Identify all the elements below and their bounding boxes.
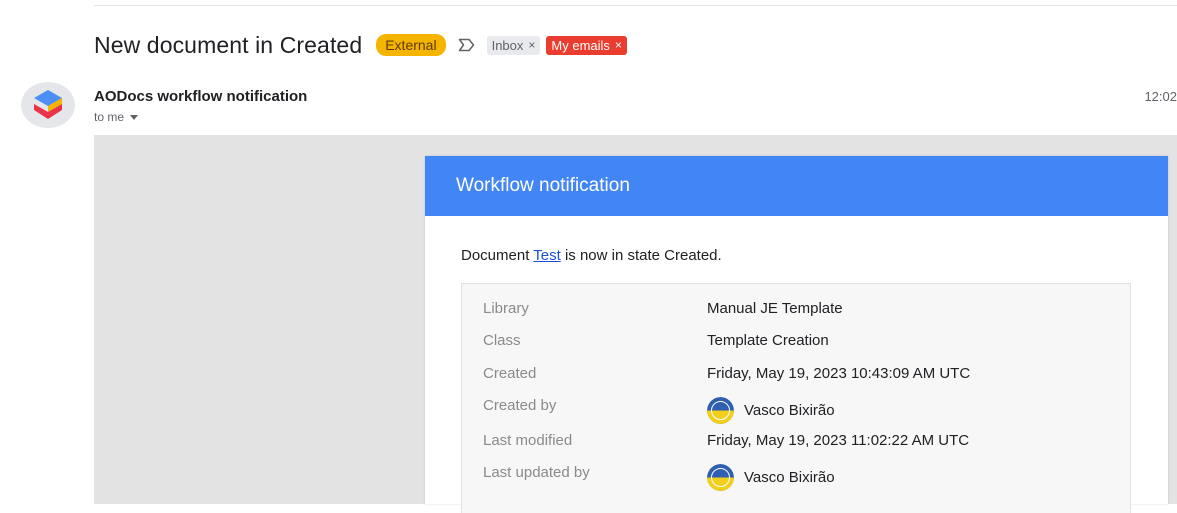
detail-row-last-modified: Last modified Friday, May 19, 2023 11:02… xyxy=(462,432,1130,456)
detail-value: Vasco Bixirão xyxy=(707,464,835,491)
user-name[interactable]: Vasco Bixirão xyxy=(744,402,835,419)
detail-row-last-updated-by: Last updated by Vasco Bixirão xyxy=(462,464,1130,491)
user-avatar xyxy=(707,397,734,424)
detail-label: Last modified xyxy=(483,432,573,449)
remove-label-inbox-button[interactable]: × xyxy=(528,38,535,53)
aodocs-logo-icon xyxy=(34,90,62,119)
detail-label: Created xyxy=(483,365,537,382)
detail-label: Last updated by xyxy=(483,464,590,481)
intro-prefix: Document xyxy=(461,247,534,264)
important-arrow-icon[interactable] xyxy=(458,38,475,52)
subject-row: New document in Created External Inbox ×… xyxy=(94,28,627,62)
detail-label: Library xyxy=(483,300,529,317)
detail-row-class: Class Template Creation xyxy=(462,332,1130,356)
remove-label-my-emails-button[interactable]: × xyxy=(615,38,622,53)
sender-avatar[interactable] xyxy=(21,82,75,128)
top-divider xyxy=(94,5,1177,6)
recipient-details[interactable]: to me xyxy=(94,110,139,124)
detail-row-created-by: Created by Vasco Bixirão xyxy=(462,397,1130,424)
label-chip-my-emails[interactable]: My emails × xyxy=(546,35,627,55)
caret-down-icon[interactable] xyxy=(130,114,139,120)
detail-value: Manual JE Template xyxy=(707,300,843,317)
label-chip-text: My emails xyxy=(551,37,610,53)
user-name[interactable]: Vasco Bixirão xyxy=(744,469,835,486)
recipient-label: to me xyxy=(94,110,125,124)
detail-value: Friday, May 19, 2023 11:02:22 AM UTC xyxy=(707,432,970,449)
user-avatar xyxy=(707,464,734,491)
external-badge: External xyxy=(376,34,446,56)
intro-text: Document Test is now in state Created. xyxy=(461,247,722,264)
card-header: Workflow notification xyxy=(425,156,1168,216)
label-chip-text: Inbox xyxy=(491,37,524,53)
email-subject: New document in Created xyxy=(94,31,363,58)
message-time: 12:02 xyxy=(1144,89,1177,104)
intro-suffix: is now in state Created. xyxy=(560,247,722,264)
detail-row-library: Library Manual JE Template xyxy=(462,300,1130,324)
detail-value: Template Creation xyxy=(707,332,829,349)
detail-value: Friday, May 19, 2023 10:43:09 AM UTC xyxy=(707,365,971,382)
detail-value: Vasco Bixirão xyxy=(707,397,835,424)
label-chip-inbox[interactable]: Inbox × xyxy=(486,35,541,55)
detail-row-created: Created Friday, May 19, 2023 10:43:09 AM… xyxy=(462,365,1130,389)
sender-name[interactable]: AODocs workflow notification xyxy=(94,88,307,105)
detail-label: Created by xyxy=(483,397,557,414)
notification-card: Workflow notification Document Test is n… xyxy=(425,156,1168,513)
details-table: Library Manual JE Template Class Templat… xyxy=(461,283,1131,513)
detail-label: Class xyxy=(483,332,521,349)
document-link[interactable]: Test xyxy=(533,247,561,264)
